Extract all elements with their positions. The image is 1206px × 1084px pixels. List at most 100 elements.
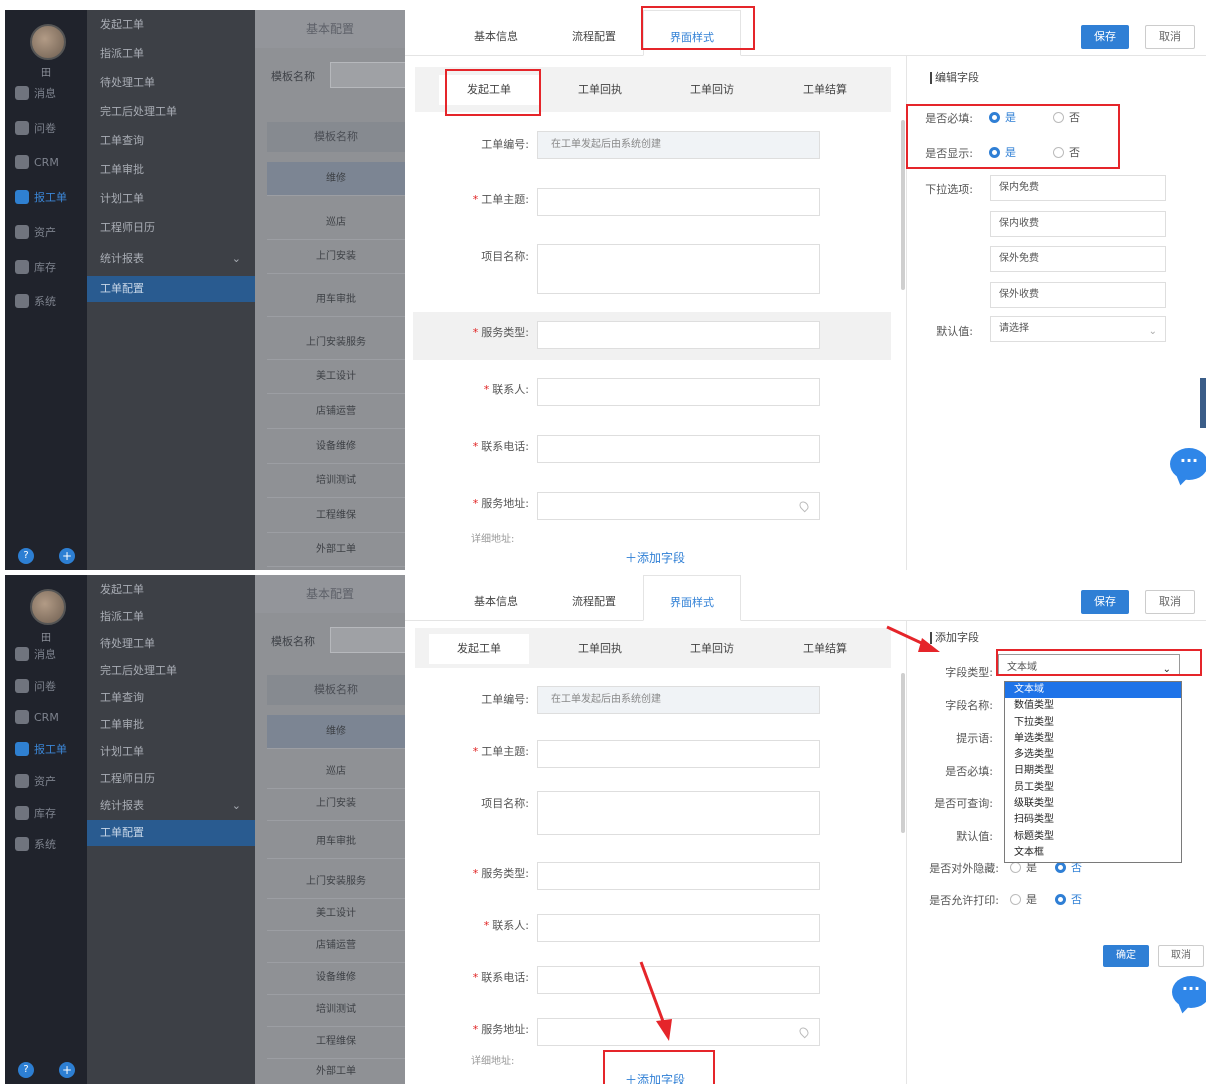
- menu-item-active[interactable]: 工单配置: [87, 276, 255, 302]
- template-row[interactable]: 用车审批: [267, 825, 405, 859]
- menu-item[interactable]: 待处理工单: [87, 631, 255, 657]
- template-row[interactable]: 上门安装: [267, 787, 405, 821]
- option-input[interactable]: 保内收费: [990, 211, 1166, 237]
- tab-ui-style[interactable]: 界面样式: [643, 10, 741, 56]
- menu-item[interactable]: 计划工单: [87, 739, 255, 765]
- template-row[interactable]: 工程维保: [267, 1025, 405, 1059]
- subtab-settlement[interactable]: 工单结算: [775, 634, 875, 664]
- project-name-field[interactable]: [537, 791, 820, 835]
- dropdown-option[interactable]: 单选类型: [1005, 731, 1181, 747]
- menu-item[interactable]: 发起工单: [87, 12, 255, 38]
- template-row[interactable]: 外部工单: [267, 533, 405, 567]
- dropdown-option[interactable]: 下拉类型: [1005, 715, 1181, 731]
- template-row[interactable]: 巡店: [267, 206, 405, 240]
- service-type-field[interactable]: [537, 321, 820, 349]
- help-icon[interactable]: ?: [18, 548, 34, 564]
- subtab-revisit[interactable]: 工单回访: [662, 634, 762, 664]
- dropdown-option[interactable]: 级联类型: [1005, 796, 1181, 812]
- add-field-link[interactable]: ＋添加字段: [405, 1071, 905, 1084]
- nav-item-asset[interactable]: 资产: [15, 772, 56, 790]
- display-no-radio[interactable]: 否: [1053, 144, 1080, 160]
- side-tab[interactable]: [1200, 378, 1206, 428]
- contact-field[interactable]: [537, 914, 820, 942]
- tab-basic-info[interactable]: 基本信息: [447, 10, 545, 56]
- subject-field[interactable]: [537, 740, 820, 768]
- menu-item[interactable]: 工单审批: [87, 157, 255, 183]
- address-field[interactable]: [537, 1018, 820, 1046]
- option-input[interactable]: 保外免费: [990, 246, 1166, 272]
- default-select[interactable]: 请选择 ⌄: [990, 316, 1166, 342]
- menu-item[interactable]: 工程师日历: [87, 215, 255, 241]
- menu-item[interactable]: 工单审批: [87, 712, 255, 738]
- menu-item-stats[interactable]: 统计报表 ⌄: [87, 246, 255, 272]
- template-row[interactable]: 美工设计: [267, 897, 405, 931]
- address-field[interactable]: [537, 492, 820, 520]
- form-scrollbar[interactable]: [901, 673, 905, 833]
- template-row[interactable]: 上门安装: [267, 240, 405, 274]
- template-row[interactable]: 设备维修: [267, 430, 405, 464]
- print-no-radio[interactable]: 否: [1055, 891, 1082, 907]
- subtab-revisit[interactable]: 工单回访: [662, 75, 762, 105]
- template-row[interactable]: 美工设计: [267, 360, 405, 394]
- subtab-create[interactable]: 发起工单: [439, 75, 539, 105]
- template-row[interactable]: 培训测试: [267, 464, 405, 498]
- template-row[interactable]: 外部工单: [267, 1055, 405, 1084]
- nav-item-survey[interactable]: 问卷: [15, 119, 56, 137]
- confirm-button[interactable]: 确定: [1103, 945, 1149, 967]
- option-input[interactable]: 保外收费: [990, 282, 1166, 308]
- cancel-button[interactable]: 取消: [1145, 25, 1195, 49]
- menu-item[interactable]: 完工后处理工单: [87, 99, 255, 125]
- template-row[interactable]: 上门安装服务: [267, 326, 405, 360]
- template-row[interactable]: 设备维修: [267, 961, 405, 995]
- save-button[interactable]: 保存: [1081, 590, 1129, 614]
- template-row[interactable]: 维修: [267, 162, 405, 196]
- option-input[interactable]: 保内免费: [990, 175, 1166, 201]
- nav-item-crm[interactable]: CRM: [15, 153, 59, 171]
- menu-item[interactable]: 指派工单: [87, 41, 255, 67]
- menu-item-stats[interactable]: 统计报表 ⌄: [87, 793, 255, 819]
- avatar[interactable]: [30, 589, 66, 625]
- dropdown-option[interactable]: 文本域: [1005, 682, 1181, 699]
- print-yes-radio[interactable]: 是: [1010, 891, 1037, 907]
- phone-field[interactable]: [537, 435, 820, 463]
- avatar[interactable]: [30, 24, 66, 60]
- tab-flow-config[interactable]: 流程配置: [545, 10, 643, 56]
- plus-icon[interactable]: +: [59, 1062, 75, 1078]
- menu-item[interactable]: 工单查询: [87, 128, 255, 154]
- template-row[interactable]: 维修: [267, 715, 405, 749]
- chat-icon[interactable]: ···: [1172, 976, 1206, 1008]
- tab-flow-config[interactable]: 流程配置: [545, 575, 643, 621]
- required-yes-radio[interactable]: 是: [989, 109, 1016, 125]
- menu-item-active[interactable]: 工单配置: [87, 820, 255, 846]
- cancel-button[interactable]: 取消: [1145, 590, 1195, 614]
- menu-item[interactable]: 工程师日历: [87, 766, 255, 792]
- menu-item[interactable]: 待处理工单: [87, 70, 255, 96]
- field-type-dropdown[interactable]: 文本域 数值类型 下拉类型 单选类型 多选类型 日期类型 员工类型 级联类型 扫…: [1004, 681, 1182, 863]
- save-button[interactable]: 保存: [1081, 25, 1129, 49]
- template-row[interactable]: 巡店: [267, 755, 405, 789]
- dropdown-option[interactable]: 员工类型: [1005, 780, 1181, 796]
- subject-field[interactable]: [537, 188, 820, 216]
- template-row[interactable]: 用车审批: [267, 283, 405, 317]
- subtab-settlement[interactable]: 工单结算: [775, 75, 875, 105]
- tab-ui-style[interactable]: 界面样式: [643, 575, 741, 621]
- form-scrollbar[interactable]: [901, 120, 905, 290]
- project-name-field[interactable]: [537, 244, 820, 294]
- chat-icon[interactable]: ···: [1170, 448, 1206, 480]
- field-type-select[interactable]: 文本域 ⌄: [998, 654, 1180, 676]
- nav-item-system[interactable]: 系统: [15, 835, 56, 853]
- template-name-input[interactable]: [330, 627, 410, 653]
- plus-icon[interactable]: +: [59, 548, 75, 564]
- nav-item-system[interactable]: 系统: [15, 292, 56, 310]
- nav-item-workorder[interactable]: 报工单: [15, 740, 67, 758]
- menu-item[interactable]: 完工后处理工单: [87, 658, 255, 684]
- nav-item-crm[interactable]: CRM: [15, 708, 59, 726]
- subtab-receipt[interactable]: 工单回执: [550, 634, 650, 664]
- contact-field[interactable]: [537, 378, 820, 406]
- subtab-receipt[interactable]: 工单回执: [550, 75, 650, 105]
- nav-item-survey[interactable]: 问卷: [15, 677, 56, 695]
- nav-item-inventory[interactable]: 库存: [15, 258, 56, 276]
- help-icon[interactable]: ?: [18, 1062, 34, 1078]
- tab-basic-info[interactable]: 基本信息: [447, 575, 545, 621]
- template-row[interactable]: 工程维保: [267, 499, 405, 533]
